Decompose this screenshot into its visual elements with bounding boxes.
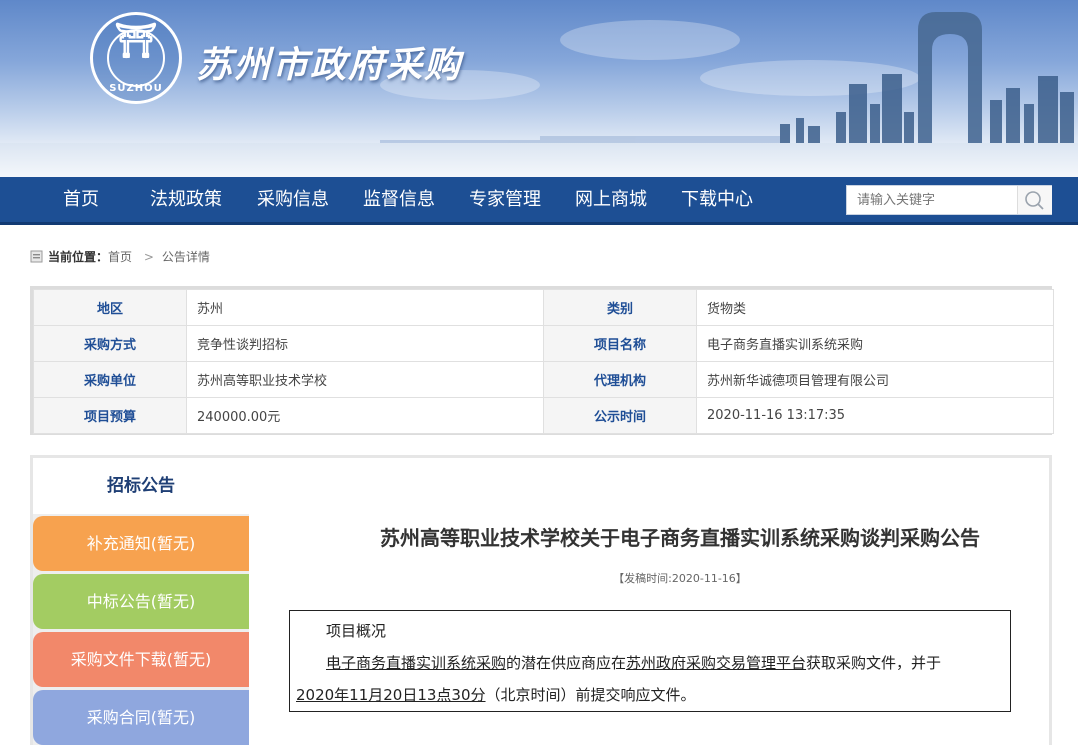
nav-home[interactable]: 首页	[63, 177, 99, 222]
article-date: 【发稿时间:2020-11-16】	[613, 572, 747, 585]
overview-paragraph: 电子商务直播实训系统采购的潜在供应商应在苏州政府采购交易管理平台获取采购文件，并…	[326, 652, 941, 673]
article-title: 苏州高等职业技术学校关于电子商务直播实训系统采购谈判采购公告	[380, 526, 980, 550]
project-overview-box: 项目概况 电子商务直播实训系统采购的潜在供应商应在苏州政府采购交易管理平台获取采…	[289, 610, 1011, 712]
breadcrumb-home-link[interactable]: 首页	[108, 250, 132, 264]
info-label: 项目名称	[543, 325, 697, 362]
breadcrumb-current: 公告详情	[161, 250, 210, 264]
logo-gate-symbol: ⛩	[114, 21, 158, 61]
logo-text: SUZHOU	[109, 83, 163, 94]
info-value: 苏州高等职业技术学校	[186, 361, 544, 398]
tab-award-announcement[interactable]: 中标公告(暂无)	[33, 574, 249, 629]
paragraph-text: 获取采购文件，并于	[806, 654, 942, 672]
info-label: 类别	[543, 289, 697, 326]
info-value: 2020-11-16 13:17:35	[696, 397, 1054, 434]
announcement-section: 招标公告 补充通知(暂无) 中标公告(暂无) 采购文件下载(暂无) 采购合同(暂…	[30, 455, 1052, 745]
nav-supervision-info[interactable]: 监督信息	[363, 177, 435, 222]
project-info-panel: 地区 苏州 类别 货物类 采购方式 竞争性谈判招标 项目名称 电子商务直播实训系…	[30, 286, 1054, 435]
info-label: 采购方式	[33, 325, 187, 362]
breadcrumb: 当前位置：首页 > 公告详情	[30, 248, 210, 266]
paragraph-text: （北京时间）前提交响应文件。	[485, 686, 696, 704]
table-row: 采购单位 苏州高等职业技术学校 代理机构 苏州新华诚德项目管理有限公司	[33, 361, 1054, 398]
info-value: 240000.00元	[186, 397, 544, 434]
info-label: 地区	[33, 289, 187, 326]
info-value: 苏州新华诚德项目管理有限公司	[696, 361, 1054, 398]
info-label: 代理机构	[543, 361, 697, 398]
table-row: 地区 苏州 类别 货物类	[33, 289, 1054, 326]
nav-download-center[interactable]: 下载中心	[681, 177, 753, 222]
info-value: 竞争性谈判招标	[186, 325, 544, 362]
nav-procurement-info[interactable]: 采购信息	[257, 177, 329, 222]
tab-bidding-announcement[interactable]: 招标公告	[33, 458, 249, 514]
search-box	[846, 185, 1052, 215]
breadcrumb-separator: >	[143, 250, 154, 264]
overview-paragraph-cont: 2020年11月20日13点30分（北京时间）前提交响应文件。	[296, 684, 696, 705]
suzhou-logo: ⛩ SUZHOU	[90, 12, 182, 104]
search-icon	[1025, 191, 1044, 210]
table-row: 项目预算 240000.00元 公示时间 2020-11-16 13:17:35	[33, 397, 1054, 434]
project-info-table: 地区 苏州 类别 货物类 采购方式 竞争性谈判招标 项目名称 电子商务直播实训系…	[33, 289, 1054, 434]
platform-underline: 苏州政府采购交易管理平台	[626, 654, 807, 672]
location-icon	[30, 250, 43, 263]
project-name-underline: 电子商务直播实训系统采购	[326, 654, 507, 672]
info-label: 采购单位	[33, 361, 187, 398]
nav-expert-management[interactable]: 专家管理	[469, 177, 541, 222]
nav-regulations[interactable]: 法规政策	[150, 177, 222, 222]
lake-water	[0, 143, 1078, 177]
deadline-underline: 2020年11月20日13点30分	[296, 686, 486, 704]
paragraph-text: 的潜在供应商应在	[506, 654, 627, 672]
search-button[interactable]	[1017, 186, 1052, 214]
header-banner: ⛩ SUZHOU 苏州市政府采购	[0, 0, 1078, 177]
table-row: 采购方式 竞争性谈判招标 项目名称 电子商务直播实训系统采购	[33, 325, 1054, 362]
announcement-panel: 招标公告 补充通知(暂无) 中标公告(暂无) 采购文件下载(暂无) 采购合同(暂…	[33, 458, 1049, 745]
search-input[interactable]	[847, 186, 1017, 214]
info-label: 项目预算	[33, 397, 187, 434]
tab-procurement-contract[interactable]: 采购合同(暂无)	[33, 690, 249, 745]
info-value: 电子商务直播实训系统采购	[696, 325, 1054, 362]
overview-heading: 项目概况	[326, 622, 387, 640]
info-value: 货物类	[696, 289, 1054, 326]
breadcrumb-prefix: 当前位置：	[48, 250, 109, 264]
tab-document-download[interactable]: 采购文件下载(暂无)	[33, 632, 249, 687]
info-label: 公示时间	[543, 397, 697, 434]
nav-online-mall[interactable]: 网上商城	[575, 177, 647, 222]
info-value: 苏州	[186, 289, 544, 326]
tab-supplementary-notice[interactable]: 补充通知(暂无)	[33, 516, 249, 571]
site-title: 苏州市政府采购	[196, 45, 463, 86]
